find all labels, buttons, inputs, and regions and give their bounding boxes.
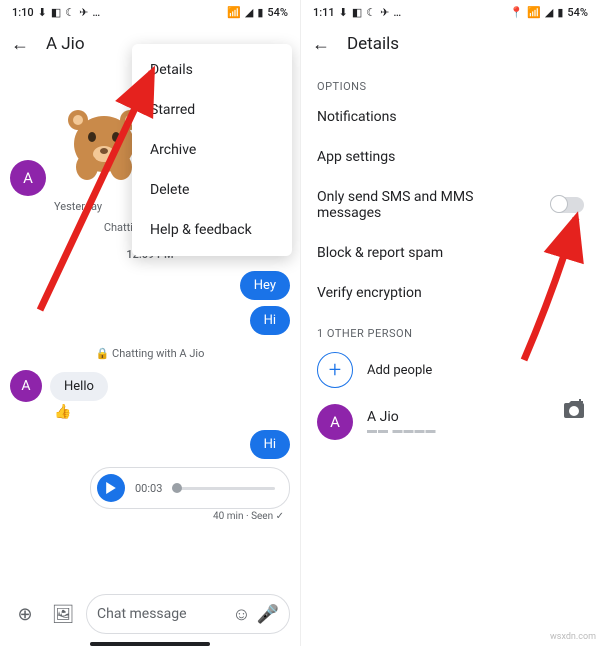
- section-other-person: 1 OTHER PERSON: [301, 313, 600, 344]
- opt-block-spam[interactable]: Block & report spam: [301, 233, 600, 273]
- person-sub-redacted: ▬▬ ▬▬▬▬: [367, 425, 436, 436]
- lock-chatting-label: 🔒 Chatting with A Jio: [10, 347, 290, 360]
- msg-hey[interactable]: Hey: [240, 271, 290, 300]
- menu-help[interactable]: Help & feedback: [132, 210, 292, 250]
- camera-add-icon[interactable]: [562, 398, 586, 422]
- opt-app-settings[interactable]: App settings: [301, 137, 600, 177]
- opt-verify-encryption[interactable]: Verify encryption: [301, 273, 600, 313]
- add-people-label: Add people: [367, 363, 432, 378]
- back-icon[interactable]: ←: [10, 34, 30, 54]
- chat-title[interactable]: A Jio: [46, 34, 85, 54]
- menu-starred[interactable]: Starred: [132, 90, 292, 130]
- section-options: OPTIONS: [301, 66, 600, 97]
- nav-handle[interactable]: [90, 642, 210, 646]
- mic-icon[interactable]: 🎤: [257, 599, 279, 629]
- page-title: Details: [347, 34, 399, 54]
- overflow-menu: Details Starred Archive Delete Help & fe…: [132, 44, 292, 256]
- phone-chat: 1:10⬇◧☾✈… 📶◢▮54% ← A Jio Details Starred…: [0, 0, 300, 646]
- message-input[interactable]: Chat message ☺ 🎤: [86, 594, 290, 634]
- opt-notifications[interactable]: Notifications: [301, 97, 600, 137]
- composer: ⊕ 🖼 Chat message ☺ 🎤: [0, 594, 300, 634]
- voice-duration: 00:03: [135, 482, 162, 495]
- input-placeholder: Chat message: [97, 606, 226, 622]
- emoji-icon[interactable]: ☺: [232, 599, 250, 629]
- phone-details: 1:11⬇◧☾✈… 📍📶◢▮54% ← Details OPTIONS Noti…: [300, 0, 600, 646]
- voice-message[interactable]: 00:03: [90, 467, 290, 509]
- menu-delete[interactable]: Delete: [132, 170, 292, 210]
- msg-hello[interactable]: Hello: [50, 372, 108, 401]
- play-icon[interactable]: [97, 474, 125, 502]
- person-avatar: A: [317, 404, 353, 440]
- menu-archive[interactable]: Archive: [132, 130, 292, 170]
- back-icon[interactable]: ←: [311, 34, 331, 54]
- add-icon[interactable]: ⊕: [10, 599, 40, 629]
- status-battery: 54%: [567, 6, 588, 19]
- msg-hi-2[interactable]: Hi: [250, 430, 290, 459]
- menu-details[interactable]: Details: [132, 50, 292, 90]
- status-battery: 54%: [267, 6, 288, 19]
- reaction-thumbs-up[interactable]: 👍: [54, 404, 290, 420]
- person-row[interactable]: A A Jio ▬▬ ▬▬▬▬: [301, 396, 600, 448]
- avatar[interactable]: A: [10, 160, 46, 196]
- watermark: wsxdn.com: [550, 632, 596, 642]
- gallery-icon[interactable]: 🖼: [48, 599, 78, 629]
- add-people-button[interactable]: + Add people: [301, 344, 600, 396]
- seen-label: 40 min · Seen ✓: [10, 511, 290, 522]
- app-bar: ← Details: [301, 22, 600, 66]
- status-time: 1:11: [313, 6, 335, 19]
- voice-track[interactable]: [172, 487, 275, 490]
- status-time: 1:10: [12, 6, 34, 19]
- status-bar: 1:10⬇◧☾✈… 📶◢▮54%: [0, 0, 300, 22]
- msg-hi-1[interactable]: Hi: [250, 306, 290, 335]
- toggle-sms-mms[interactable]: [552, 197, 584, 213]
- person-name: A Jio: [367, 409, 436, 425]
- opt-sms-mms-only[interactable]: Only send SMS and MMS messages: [301, 177, 600, 233]
- avatar-small[interactable]: A: [10, 370, 42, 402]
- status-bar: 1:11⬇◧☾✈… 📍📶◢▮54%: [301, 0, 600, 22]
- plus-icon: +: [317, 352, 353, 388]
